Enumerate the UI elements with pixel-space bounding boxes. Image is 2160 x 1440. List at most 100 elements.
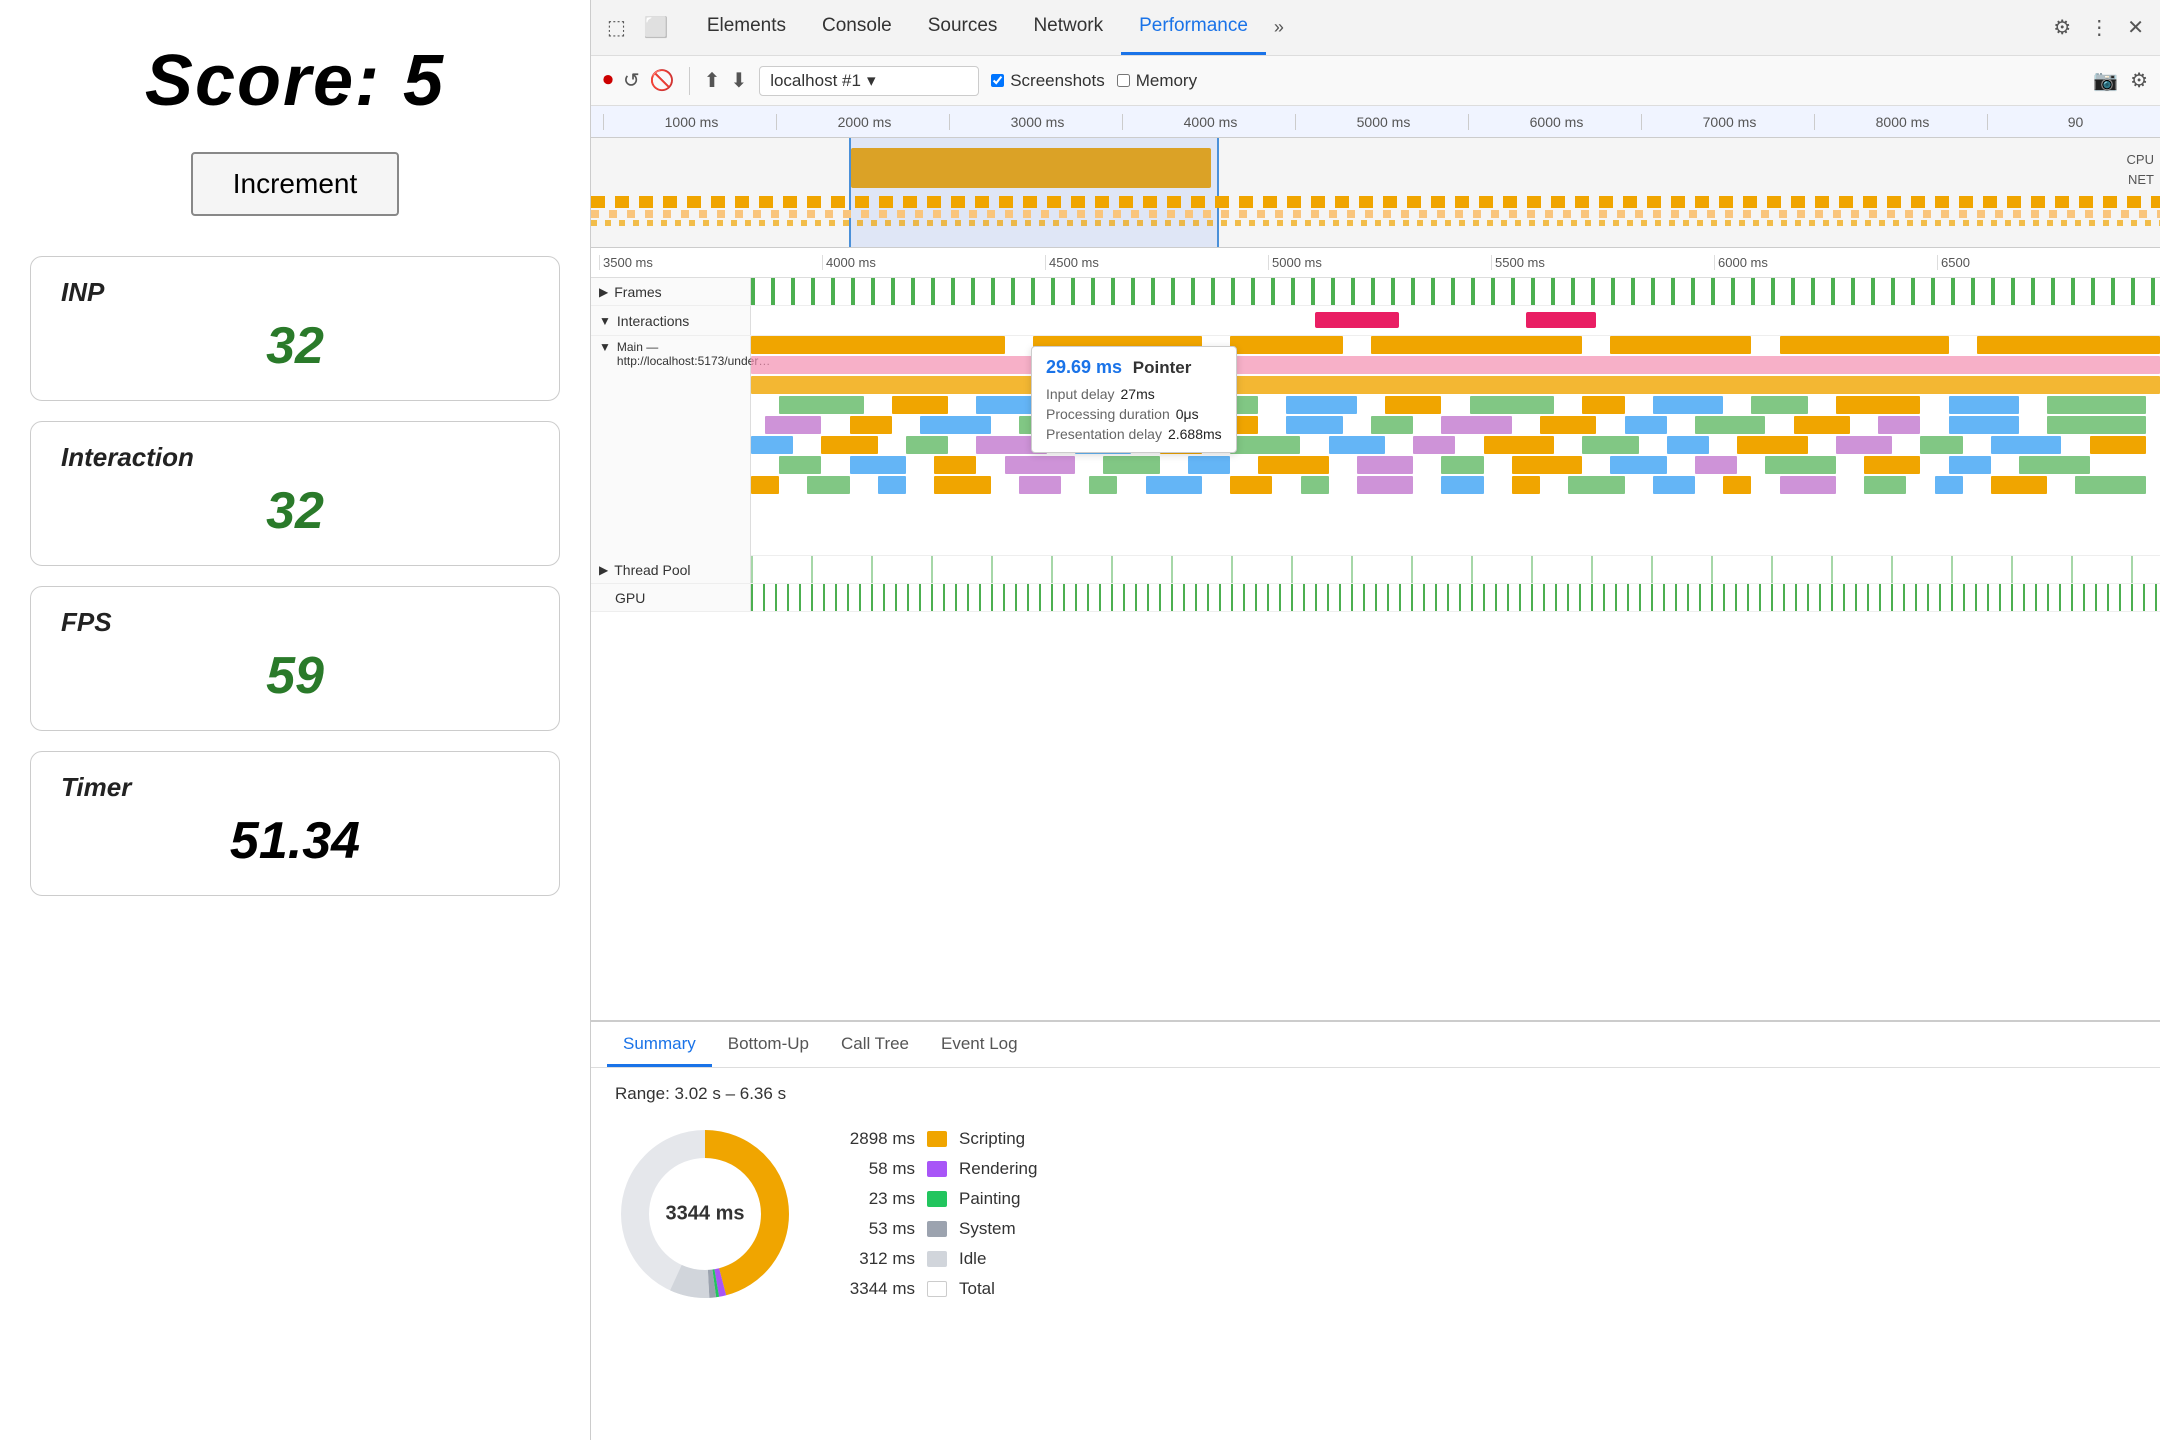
tab-sources[interactable]: Sources	[910, 0, 1016, 55]
download-icon[interactable]: ⬇	[730, 68, 747, 93]
reload-icon[interactable]: ↺	[623, 68, 640, 93]
total-ms: 3344 ms	[835, 1279, 915, 1299]
url-selector[interactable]: localhost #1 ▾	[759, 66, 979, 96]
screenshots-checkbox[interactable]	[991, 74, 1004, 87]
flame-seg	[1146, 476, 1202, 494]
tab-more[interactable]: »	[1266, 17, 1292, 38]
flame-seg	[1836, 396, 1921, 414]
devtools-tabs: Elements Console Sources Network Perform…	[689, 0, 2033, 55]
flame-seg	[892, 396, 948, 414]
tab-summary[interactable]: Summary	[607, 1034, 712, 1067]
threadpool-chevron[interactable]: ▶	[599, 563, 608, 577]
tab-performance[interactable]: Performance	[1121, 0, 1266, 55]
flame-seg	[878, 476, 906, 494]
close-icon[interactable]: ✕	[2127, 15, 2144, 40]
interaction-bar-2[interactable]	[1526, 312, 1596, 328]
url-text: localhost #1	[770, 71, 861, 91]
fps-card: FPS 59	[30, 586, 560, 731]
interaction-bar-1[interactable]	[1315, 312, 1400, 328]
tab-call-tree[interactable]: Call Tree	[825, 1034, 925, 1067]
tooltip-presentation-val: 2.688ms	[1168, 426, 1222, 442]
record-icon[interactable]: ⏺	[603, 69, 613, 92]
idle-color	[927, 1251, 947, 1267]
tick-7000: 7000 ms	[1641, 114, 1814, 130]
tick-1000: 1000 ms	[603, 114, 776, 130]
threadpool-track-row: ▶ Thread Pool	[591, 556, 2160, 584]
flame-row-8	[751, 476, 2160, 494]
painting-color	[927, 1191, 947, 1207]
tab-network[interactable]: Network	[1015, 0, 1121, 55]
flame-seg	[751, 376, 2160, 394]
flame-seg	[1329, 436, 1385, 454]
timeline-overview[interactable]: CPU NET	[591, 138, 2160, 248]
flame-row-5	[751, 416, 2160, 434]
frames-track-row: ▶ Frames	[591, 278, 2160, 306]
tick-3000: 3000 ms	[949, 114, 1122, 130]
timer-card: Timer 51.34	[30, 751, 560, 896]
memory-toggle[interactable]: Memory	[1117, 71, 1197, 91]
flame-seg	[1385, 396, 1441, 414]
clear-icon[interactable]: 🚫	[650, 68, 675, 93]
flame-seg	[2019, 456, 2089, 474]
more-icon[interactable]: ⋮	[2089, 15, 2109, 40]
flame-seg	[1765, 456, 1835, 474]
flame-seg	[779, 456, 821, 474]
flame-seg	[751, 436, 793, 454]
inspect-icon[interactable]: ⬚	[607, 15, 626, 40]
flame-row-7	[751, 456, 2160, 474]
system-color	[927, 1221, 947, 1237]
increment-button[interactable]: Increment	[191, 152, 400, 216]
flame-row-2	[751, 356, 2160, 374]
donut-chart: 3344 ms	[615, 1124, 795, 1304]
gpu-content	[751, 584, 2160, 611]
device-icon[interactable]: ⬜	[644, 15, 669, 40]
flame-seg	[1864, 476, 1906, 494]
legend-rendering: 58 ms Rendering	[835, 1159, 1037, 1179]
flame-seg	[1301, 476, 1329, 494]
total-color	[927, 1281, 947, 1297]
devtools-panel: ⬚ ⬜ Elements Console Sources Network Per…	[590, 0, 2160, 1440]
frames-chevron[interactable]: ▶	[599, 285, 608, 299]
main-content[interactable]: 29.69 ms Pointer Input delay 27ms Proces…	[751, 336, 2160, 555]
tab-event-log[interactable]: Event Log	[925, 1034, 1034, 1067]
interactions-chevron[interactable]: ▼	[599, 314, 611, 328]
memory-checkbox[interactable]	[1117, 74, 1130, 87]
flame-seg	[1949, 396, 2019, 414]
tooltip-input-delay-key: Input delay	[1046, 386, 1115, 402]
flame-seg	[1780, 336, 1949, 354]
devtools-left-icons: ⬚ ⬜	[607, 15, 669, 40]
gpu-label-text: GPU	[599, 590, 645, 606]
settings2-icon[interactable]: ⚙	[2130, 68, 2148, 93]
tick-2000: 2000 ms	[776, 114, 949, 130]
flame-seg	[1625, 416, 1667, 434]
url-dropdown-icon[interactable]: ▾	[867, 71, 876, 91]
flame-seg	[751, 336, 1005, 354]
screenshots-label: Screenshots	[1010, 71, 1105, 91]
legend-painting: 23 ms Painting	[835, 1189, 1037, 1209]
memory-label: Memory	[1136, 71, 1197, 91]
devtools-topbar: ⬚ ⬜ Elements Console Sources Network Per…	[591, 0, 2160, 56]
capture-icon[interactable]: 📷	[2093, 68, 2118, 93]
flame-seg	[1371, 416, 1413, 434]
fps-value: 59	[61, 646, 529, 706]
flame-seg	[1949, 416, 2019, 434]
flame-seg	[1582, 396, 1624, 414]
detail-tick-6500: 6500	[1937, 255, 2160, 270]
interactions-track-row: ▼ Interactions	[591, 306, 2160, 336]
legend-idle: 312 ms Idle	[835, 1249, 1037, 1269]
gpu-bars	[751, 584, 2160, 611]
tab-bottom-up[interactable]: Bottom-Up	[712, 1034, 825, 1067]
tab-elements[interactable]: Elements	[689, 0, 804, 55]
rendering-ms: 58 ms	[835, 1159, 915, 1179]
upload-icon[interactable]: ⬆	[704, 68, 721, 93]
main-chevron[interactable]: ▼	[599, 340, 611, 354]
interactions-label: ▼ Interactions	[591, 306, 751, 335]
tab-console[interactable]: Console	[804, 0, 910, 55]
flame-seg	[1610, 456, 1666, 474]
settings-icon[interactable]: ⚙	[2053, 15, 2071, 40]
total-name: Total	[959, 1279, 995, 1299]
flame-seg	[2090, 436, 2146, 454]
score-label: Score:	[145, 41, 381, 121]
screenshots-toggle[interactable]: Screenshots	[991, 71, 1105, 91]
flame-row-1	[751, 336, 2160, 354]
